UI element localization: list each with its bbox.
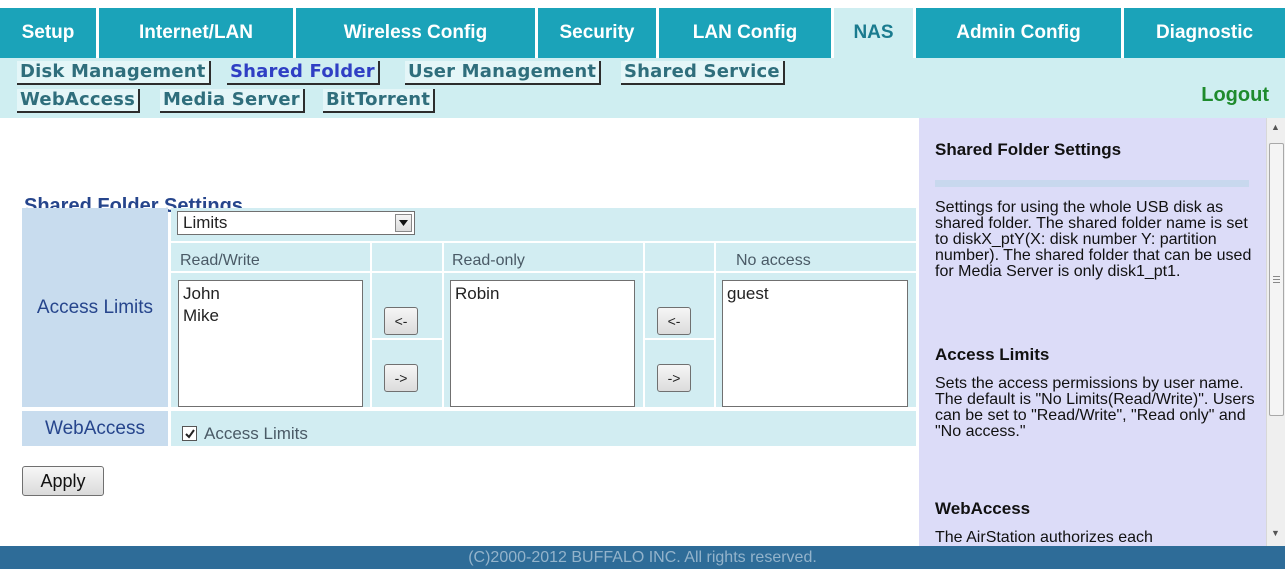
sub-navigation: Disk Management Shared Folder User Manag… <box>0 58 1285 118</box>
help-heading-access-limits: Access Limits <box>935 345 1050 364</box>
tab-lan-config[interactable]: LAN Config <box>659 8 831 58</box>
arrow-down-icon[interactable]: ▼ <box>1271 528 1280 538</box>
tab-wireless-config[interactable]: Wireless Config <box>296 8 535 58</box>
move-to-read-only-button[interactable]: -> <box>384 364 418 392</box>
subnav-shared-folder[interactable]: Shared Folder <box>227 61 380 85</box>
read-only-column-header: Read-only <box>452 252 525 269</box>
row-divider <box>645 338 714 340</box>
read-write-listbox[interactable]: John Mike <box>178 280 363 407</box>
top-navigation: Setup Internet/LAN Wireless Config Secur… <box>0 0 1285 58</box>
help-text-access-limits: Sets the access permissions by user name… <box>935 375 1255 440</box>
webaccess-checkbox[interactable] <box>182 426 197 441</box>
row-divider <box>372 338 442 340</box>
webaccess-checkbox-label[interactable]: Access Limits <box>204 424 308 444</box>
column-divider <box>442 241 444 407</box>
move-to-read-write-button[interactable]: <- <box>384 307 418 335</box>
footer: (C)2000-2012 BUFFALO INC. All rights res… <box>0 546 1285 569</box>
no-access-column-header: No access <box>736 252 811 269</box>
tab-admin-config[interactable]: Admin Config <box>916 8 1121 58</box>
subnav-media-server[interactable]: Media Server <box>160 89 305 113</box>
no-access-listbox[interactable]: guest <box>722 280 908 407</box>
move-to-no-access-button[interactable]: -> <box>657 364 691 392</box>
arrow-up-icon[interactable]: ▲ <box>1271 122 1280 132</box>
column-divider <box>370 241 372 407</box>
scrollbar-thumb[interactable] <box>1269 143 1284 416</box>
tab-diagnostic[interactable]: Diagnostic <box>1124 8 1285 58</box>
list-item[interactable]: Robin <box>455 283 630 305</box>
help-heading-webaccess: WebAccess <box>935 499 1031 518</box>
subnav-disk-management[interactable]: Disk Management <box>17 61 211 85</box>
subnav-user-management[interactable]: User Management <box>405 61 602 85</box>
main-content: Shared Folder Settings Access Limits Lim… <box>0 118 916 546</box>
subnav-shared-service[interactable]: Shared Service <box>621 61 785 85</box>
help-text-shared-folder: Settings for using the whole USB disk as… <box>935 199 1252 280</box>
help-divider <box>935 180 1249 187</box>
help-heading-shared-folder: Shared Folder Settings <box>935 140 1122 159</box>
help-panel: Shared Folder Settings Settings for usin… <box>919 118 1266 546</box>
tab-nas[interactable]: NAS <box>834 8 913 58</box>
chevron-down-icon[interactable] <box>395 214 412 232</box>
list-item[interactable]: Mike <box>183 305 358 327</box>
subnav-webaccess[interactable]: WebAccess <box>17 89 141 113</box>
help-scrollbar[interactable]: ▲ ▼ <box>1266 118 1285 546</box>
list-item[interactable]: John <box>183 283 358 305</box>
webaccess-label: WebAccess <box>22 411 168 446</box>
tab-setup[interactable]: Setup <box>0 8 96 58</box>
access-mode-value: Limits <box>183 213 228 232</box>
subnav-bittorrent[interactable]: BitTorrent <box>323 89 436 113</box>
router-admin-page: Setup Internet/LAN Wireless Config Secur… <box>0 0 1285 569</box>
row-divider <box>171 271 916 273</box>
read-write-column-header: Read/Write <box>180 252 260 269</box>
access-mode-select[interactable]: Limits <box>177 211 415 235</box>
access-limits-label: Access Limits <box>22 208 168 407</box>
tab-internet-lan[interactable]: Internet/LAN <box>99 8 293 58</box>
list-item[interactable]: guest <box>727 283 903 305</box>
move-to-read-only-from-no-access-button[interactable]: <- <box>657 307 691 335</box>
checkmark-icon <box>184 428 195 439</box>
column-divider <box>643 241 645 407</box>
grip-line <box>1273 282 1280 283</box>
grip-line <box>1273 279 1280 280</box>
grip-line <box>1273 276 1280 277</box>
row-divider <box>171 241 916 243</box>
read-only-listbox[interactable]: Robin <box>450 280 635 407</box>
tab-security[interactable]: Security <box>538 8 656 58</box>
logout-link[interactable]: Logout <box>1201 84 1269 107</box>
column-divider <box>714 241 716 407</box>
apply-button[interactable]: Apply <box>22 466 104 496</box>
help-text-webaccess: The AirStation authorizes each <box>935 529 1153 546</box>
